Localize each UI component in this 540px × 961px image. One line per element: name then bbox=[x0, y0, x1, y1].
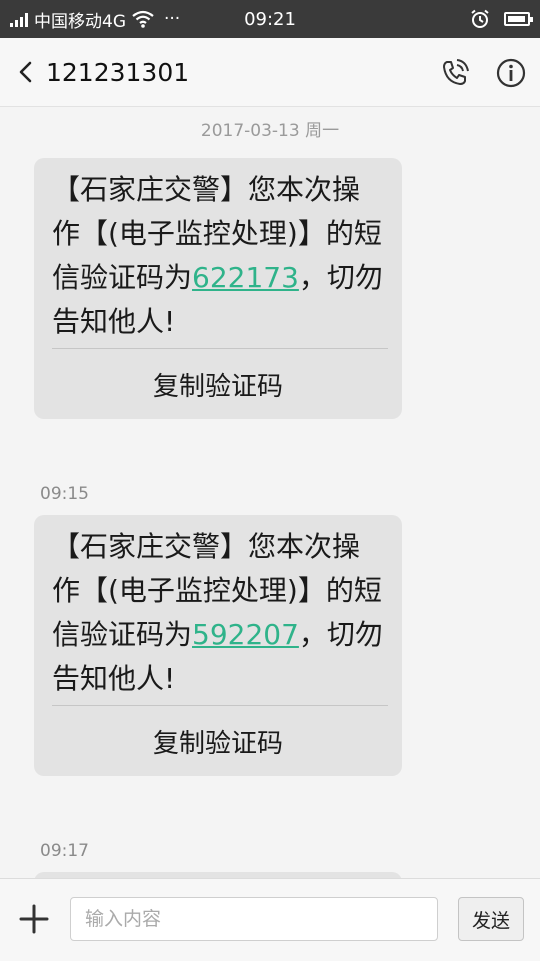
message-text: 【石家庄交警】您本次操作【(电子监控处理)】的短信验证码为592207，切勿告知… bbox=[34, 515, 402, 701]
copy-code-button[interactable]: 复制验证码 bbox=[34, 706, 402, 776]
message-bubble[interactable]: 【石家庄交警】您本次操作【(电子监控处理)】的短信验证码为592207，切勿告知… bbox=[34, 515, 402, 776]
phone-call-icon bbox=[443, 59, 469, 85]
verification-code-link[interactable]: 622173 bbox=[192, 261, 299, 294]
info-button[interactable] bbox=[494, 56, 528, 90]
status-right bbox=[470, 0, 533, 38]
back-arrow-icon bbox=[19, 61, 32, 83]
copy-code-button[interactable]: 复制验证码 bbox=[34, 349, 402, 419]
conversation-header: 121231301 bbox=[0, 38, 540, 107]
add-attachment-button[interactable] bbox=[16, 901, 52, 937]
message-time: 09:17 bbox=[40, 841, 89, 861]
message-input[interactable] bbox=[70, 897, 438, 941]
date-separator: 2017-03-13 周一 bbox=[200, 121, 340, 141]
plus-icon bbox=[19, 904, 49, 934]
composer-bar: 发送 bbox=[0, 878, 540, 961]
alarm-icon bbox=[471, 9, 489, 28]
battery-icon bbox=[504, 12, 533, 26]
status-time: 09:21 bbox=[244, 8, 296, 30]
message-text: 【石家庄交警】您本次操作【(电子监控处理)】的短信验证码为622173，切勿告知… bbox=[34, 158, 402, 344]
message-bubble[interactable]: 【石家庄交警】您本次操作【(电子监控处理)】的短信验证码为622173，切勿告知… bbox=[34, 158, 402, 419]
message-time: 09:15 bbox=[40, 484, 89, 504]
send-button[interactable]: 发送 bbox=[458, 897, 524, 941]
status-bar: 中国移动4G ··· 09:21 bbox=[0, 0, 540, 38]
back-button[interactable] bbox=[10, 52, 40, 92]
contact-title: 121231301 bbox=[46, 57, 190, 87]
verification-code-link[interactable]: 592207 bbox=[192, 618, 299, 651]
info-icon bbox=[496, 58, 526, 88]
call-button[interactable] bbox=[438, 56, 472, 90]
